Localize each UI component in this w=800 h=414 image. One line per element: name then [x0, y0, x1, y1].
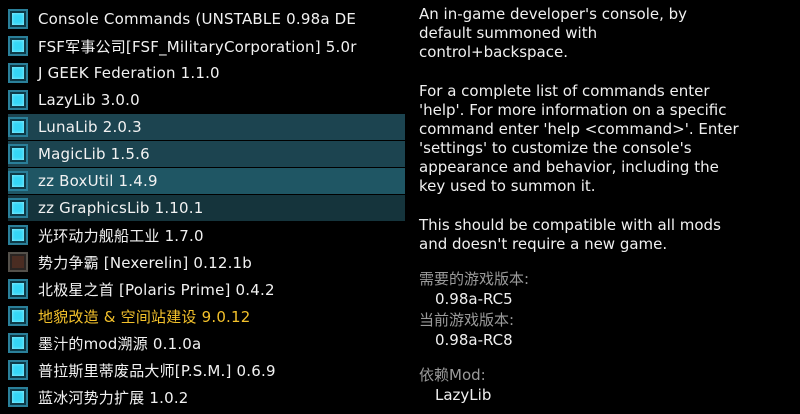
mod-description: An in-game developer's console, by defau…	[419, 5, 794, 62]
mod-row[interactable]: 普拉斯里蒂废品大师[P.S.M.] 0.6.9	[8, 357, 405, 383]
mod-enabled-checkbox[interactable]	[8, 144, 28, 164]
mod-enabled-checkbox[interactable]	[8, 387, 28, 407]
mod-list: Console Commands (UNSTABLE 0.98a DE FSF军事…	[0, 0, 405, 414]
mod-enabled-checkbox[interactable]	[8, 306, 28, 326]
required-version-label: 需要的游戏版本:	[419, 270, 530, 288]
mod-row[interactable]: 势力争霸 [Nexerelin] 0.12.1b	[8, 249, 405, 275]
mod-enabled-checkbox[interactable]	[8, 117, 28, 137]
mod-enabled-checkbox[interactable]	[8, 252, 28, 272]
mod-name: 普拉斯里蒂废品大师[P.S.M.] 0.6.9	[38, 361, 276, 380]
current-version-label: 当前游戏版本:	[419, 311, 515, 329]
mod-name: Console Commands (UNSTABLE 0.98a DE	[38, 10, 357, 28]
mod-enabled-checkbox[interactable]	[8, 63, 28, 83]
checkbox-fill-icon	[12, 202, 24, 214]
compat-line: and doesn't require a new game.	[419, 235, 668, 253]
mod-details-panel: An in-game developer's console, by defau…	[419, 0, 800, 414]
mod-name: zz BoxUtil 1.4.9	[38, 172, 158, 190]
mod-row[interactable]: Console Commands (UNSTABLE 0.98a DE	[8, 6, 405, 32]
mod-name: 光环动力舰船工业 1.7.0	[38, 226, 204, 245]
mod-name: 势力争霸 [Nexerelin] 0.12.1b	[38, 253, 253, 272]
mod-row[interactable]: MagicLib 1.5.6	[8, 141, 405, 167]
mod-name: LazyLib 3.0.0	[38, 91, 140, 109]
mod-enabled-checkbox[interactable]	[8, 90, 28, 110]
dependency-value: LazyLib	[435, 386, 492, 404]
checkbox-fill-icon	[12, 40, 24, 52]
description-line: An in-game developer's console, by	[419, 5, 688, 23]
mod-name: MagicLib 1.5.6	[38, 145, 150, 163]
mod-row[interactable]: zz BoxUtil 1.4.9	[8, 168, 405, 194]
checkbox-fill-icon	[12, 67, 24, 79]
mod-name: 墨汁的mod溯源 0.1.0a	[38, 334, 202, 353]
checkbox-fill-icon	[12, 391, 24, 403]
mod-row[interactable]: LunaLib 2.0.3	[8, 114, 405, 140]
mod-help-text: For a complete list of commands enter 'h…	[419, 82, 794, 196]
mod-name: 北极星之首 [Polaris Prime] 0.4.2	[38, 280, 275, 299]
mod-name: 蓝冰河势力扩展 1.0.2	[38, 388, 189, 407]
required-version-value: 0.98a-RC5	[435, 290, 513, 308]
mod-enabled-checkbox[interactable]	[8, 333, 28, 353]
mod-enabled-checkbox[interactable]	[8, 36, 28, 56]
help-line: key used to summon it.	[419, 177, 596, 195]
mod-name: 地貌改造 & 空间站建设 9.0.12	[38, 307, 251, 326]
mod-name: zz GraphicsLib 1.10.1	[38, 199, 204, 217]
mod-row[interactable]: FSF军事公司[FSF_MilitaryCorporation] 5.0r	[8, 33, 405, 59]
mod-compat-text: This should be compatible with all mods …	[419, 216, 794, 254]
checkbox-fill-icon	[12, 148, 24, 160]
checkbox-fill-icon	[12, 364, 24, 376]
checkbox-fill-icon	[12, 175, 24, 187]
checkbox-fill-icon	[12, 94, 24, 106]
checkbox-fill-icon	[12, 121, 24, 133]
checkbox-fill-icon	[12, 13, 24, 25]
mod-row[interactable]: J GEEK Federation 1.1.0	[8, 60, 405, 86]
mod-enabled-checkbox[interactable]	[8, 198, 28, 218]
mod-row[interactable]: 蓝冰河势力扩展 1.0.2	[8, 384, 405, 410]
help-line: command enter 'help <command>'. Enter	[419, 120, 739, 138]
checkbox-fill-icon	[12, 310, 24, 322]
description-line: default summoned with	[419, 24, 598, 42]
checkbox-fill-icon	[12, 229, 24, 241]
mod-row[interactable]: 光环动力舰船工业 1.7.0	[8, 222, 405, 248]
help-line: appearance and behavior, including the	[419, 158, 719, 176]
help-line: 'settings' to customize the console's	[419, 139, 692, 157]
dependency-label: 依赖Mod:	[419, 366, 486, 384]
current-version-value: 0.98a-RC8	[435, 331, 513, 349]
checkbox-fill-icon	[12, 283, 24, 295]
mod-row[interactable]: 地貌改造 & 空间站建设 9.0.12	[8, 303, 405, 329]
mod-name: LunaLib 2.0.3	[38, 118, 142, 136]
mod-enabled-checkbox[interactable]	[8, 171, 28, 191]
checkbox-fill-icon	[12, 337, 24, 349]
description-line: control+backspace.	[419, 43, 568, 61]
mod-row[interactable]: zz GraphicsLib 1.10.1	[8, 195, 405, 221]
mod-row[interactable]: 墨汁的mod溯源 0.1.0a	[8, 330, 405, 356]
mod-name: FSF军事公司[FSF_MilitaryCorporation] 5.0r	[38, 37, 357, 56]
mod-enabled-checkbox[interactable]	[8, 9, 28, 29]
mod-row[interactable]: LazyLib 3.0.0	[8, 87, 405, 113]
mod-row[interactable]: 北极星之首 [Polaris Prime] 0.4.2	[8, 276, 405, 302]
help-line: For a complete list of commands enter	[419, 82, 710, 100]
mod-enabled-checkbox[interactable]	[8, 279, 28, 299]
mod-enabled-checkbox[interactable]	[8, 225, 28, 245]
help-line: 'help'. For more information on a specif…	[419, 101, 727, 119]
mod-enabled-checkbox[interactable]	[8, 360, 28, 380]
checkbox-fill-icon	[12, 256, 24, 268]
mod-name: J GEEK Federation 1.1.0	[38, 64, 220, 82]
compat-line: This should be compatible with all mods	[419, 216, 721, 234]
